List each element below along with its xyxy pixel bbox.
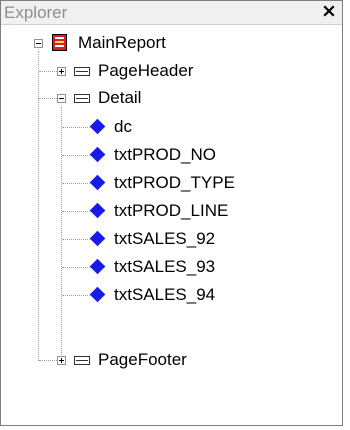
tree-item-label: txtPROD_TYPE (114, 173, 235, 192)
tree-connector-h (62, 155, 90, 156)
explorer-tree: MainReport PageHeader Detail dc txtPROD_… (1, 25, 342, 425)
tree-item-label: txtPROD_NO (114, 145, 217, 164)
tree-item-label: txtSALES_94 (114, 285, 216, 304)
tree-item-label: MainReport (78, 33, 166, 52)
tree-connector-h (39, 98, 57, 99)
tree-item-field[interactable]: txtSALES_93 (1, 257, 341, 277)
tree-item-label: dc (114, 117, 132, 136)
field-diamond-icon (89, 230, 106, 247)
tree-item-field[interactable]: txtSALES_92 (1, 229, 341, 249)
tree-item-field[interactable]: dc (1, 117, 341, 137)
tree-item-mainreport[interactable]: MainReport (1, 33, 341, 53)
tree-connector-h (62, 267, 90, 268)
collapse-toggle[interactable] (34, 39, 43, 48)
explorer-title-bar: Explorer (1, 1, 342, 25)
explorer-title: Explorer (4, 3, 68, 22)
collapse-toggle[interactable] (57, 94, 66, 103)
field-diamond-icon (89, 286, 106, 303)
field-diamond-icon (89, 146, 106, 163)
section-icon (74, 67, 90, 76)
tree-item-field[interactable]: txtPROD_LINE (1, 201, 341, 221)
field-diamond-icon (89, 118, 106, 135)
tree-item-label: PageFooter (98, 350, 187, 369)
tree-item-label: txtSALES_92 (114, 229, 216, 248)
expand-toggle[interactable] (57, 67, 66, 76)
section-icon (74, 94, 90, 103)
field-diamond-icon (89, 258, 106, 275)
field-diamond-icon (89, 174, 106, 191)
tree-connector-h (39, 71, 57, 72)
section-icon (74, 356, 90, 365)
tree-connector-h (62, 183, 90, 184)
tree-item-field[interactable]: txtPROD_NO (1, 145, 341, 165)
tree-connector-h (62, 211, 90, 212)
explorer-panel: Explorer MainReport PageHeader Detail dc… (0, 0, 343, 426)
tree-connector-h (39, 360, 57, 361)
tree-item-detail[interactable]: Detail (1, 88, 341, 108)
tree-item-pageheader[interactable]: PageHeader (1, 61, 341, 81)
field-diamond-icon (89, 202, 106, 219)
expand-toggle[interactable] (57, 356, 66, 365)
tree-item-label: txtPROD_LINE (114, 201, 229, 220)
close-icon[interactable] (322, 4, 336, 18)
tree-item-pagefooter[interactable]: PageFooter (1, 350, 341, 370)
tree-connector-h (62, 295, 90, 296)
tree-item-label: PageHeader (98, 61, 194, 80)
tree-item-field[interactable]: txtSALES_94 (1, 285, 341, 305)
report-icon (52, 34, 67, 51)
tree-connector-h (62, 127, 90, 128)
tree-item-label: txtSALES_93 (114, 257, 216, 276)
tree-connector-h (62, 239, 90, 240)
tree-item-field[interactable]: txtPROD_TYPE (1, 173, 341, 193)
tree-item-label: Detail (98, 88, 142, 107)
